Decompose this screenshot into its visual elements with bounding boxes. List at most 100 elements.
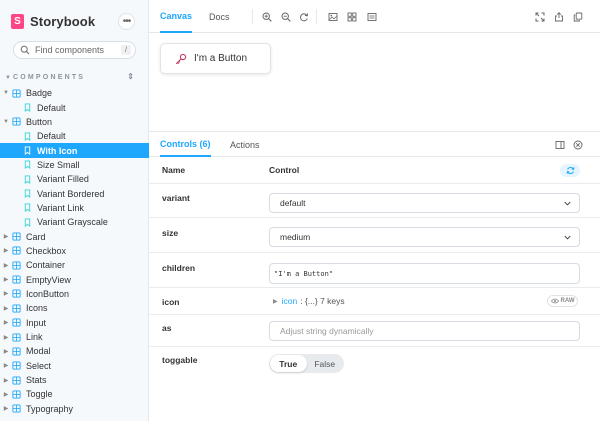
sidebar-component[interactable]: ▶ Checkbox: [0, 244, 149, 258]
control-row-children: children "I'm a Button": [149, 253, 600, 288]
chevron-right-icon: ▶: [3, 377, 9, 384]
sidebar-story[interactable]: With Icon: [0, 143, 149, 158]
sidebar-item-label: Modal: [26, 346, 51, 357]
search-placeholder: Find components: [35, 45, 105, 55]
measure-icon[interactable]: [366, 11, 377, 22]
canvas-preview: I'm a Button: [149, 33, 600, 131]
sidebar-item-label: Variant Link: [37, 202, 84, 213]
header-name: Name: [162, 165, 186, 175]
zoom-out-icon[interactable]: [280, 11, 291, 22]
sidebar-component[interactable]: ▶ Toggle: [0, 387, 149, 401]
sidebar-story[interactable]: Size Small: [0, 158, 149, 172]
sidebar-component[interactable]: ▶ Stats: [0, 373, 149, 387]
component-icon: [12, 275, 21, 284]
size-select[interactable]: medium: [269, 227, 580, 247]
sidebar-story[interactable]: Variant Bordered: [0, 186, 149, 200]
tab-actions[interactable]: Actions: [230, 132, 260, 157]
object-key: icon: [281, 296, 298, 306]
prop-name: as: [162, 323, 172, 333]
key-icon: [175, 53, 187, 64]
preview-button[interactable]: I'm a Button: [160, 43, 271, 74]
variant-value: default: [280, 198, 306, 208]
tab-canvas[interactable]: Canvas: [160, 0, 193, 33]
control-row-as: as Adjust string dynamically: [149, 315, 600, 347]
toggable-switch[interactable]: True False: [269, 354, 344, 373]
sidebar-item-label: Checkbox: [26, 245, 67, 256]
sidebar-component[interactable]: ▶ Input: [0, 316, 149, 330]
bookmark-icon: [23, 189, 32, 199]
search-input[interactable]: Find components /: [13, 41, 136, 59]
bookmark-icon: [23, 160, 32, 170]
background-icon[interactable]: [327, 11, 338, 22]
expand-collapse-icon[interactable]: ⇕: [127, 72, 134, 81]
chevron-down-icon: [564, 201, 571, 206]
sidebar-component[interactable]: ▶ Modal: [0, 344, 149, 358]
zoom-reset-icon[interactable]: [298, 11, 309, 22]
fullscreen-icon[interactable]: [534, 11, 545, 22]
eye-icon: [550, 298, 559, 304]
prop-name: variant: [162, 193, 190, 203]
sidebar-story[interactable]: Variant Grayscale: [0, 215, 149, 229]
raw-toggle-button[interactable]: RAW: [547, 295, 578, 307]
sidebar-item-label: Container: [26, 260, 66, 271]
tab-docs[interactable]: Docs: [209, 0, 230, 33]
component-icon: [12, 89, 21, 98]
toolbar-divider: [316, 9, 317, 24]
share-icon[interactable]: [553, 11, 564, 22]
sidebar-item-label: Variant Grayscale: [37, 217, 108, 228]
sidebar-story[interactable]: Variant Filled: [0, 172, 149, 186]
section-title: COMPONENTS: [13, 74, 86, 81]
sidebar-component[interactable]: ▶ Select: [0, 359, 149, 373]
component-icon: [12, 232, 21, 241]
sidebar-item-label: Default: [37, 131, 66, 142]
control-row-size: size medium: [149, 218, 600, 253]
toggle-false[interactable]: False: [307, 355, 344, 372]
icon-object-editor[interactable]: ▶ icon : {...} 7 keys: [273, 296, 345, 306]
chevron-right-icon: ▶: [3, 291, 9, 298]
panel-orientation-icon[interactable]: [554, 139, 565, 150]
chevron-down-icon: [564, 235, 571, 240]
chevron-down-icon: ▼: [3, 90, 9, 97]
grid-icon[interactable]: [346, 11, 357, 22]
chevron-right-icon: ▶: [3, 305, 9, 312]
sidebar-story[interactable]: Variant Link: [0, 201, 149, 215]
sidebar-component[interactable]: ▼ Button: [0, 115, 149, 129]
sidebar-component[interactable]: ▶ Link: [0, 330, 149, 344]
sidebar-component[interactable]: ▶ EmptyView: [0, 272, 149, 286]
chevron-right-icon: ▶: [273, 298, 278, 305]
sidebar-item-label: With Icon: [37, 145, 78, 156]
sidebar-component[interactable]: ▶ Typography: [0, 402, 149, 416]
toggle-true[interactable]: True: [270, 355, 307, 372]
sidebar-item-label: Input: [26, 317, 47, 328]
sidebar-component[interactable]: ▼ Badge: [0, 86, 149, 100]
controls-table-header: Name Control: [149, 157, 600, 184]
component-icon: [12, 289, 21, 299]
prop-name: size: [162, 228, 179, 238]
component-icon: [12, 117, 21, 126]
reset-controls-button[interactable]: [560, 164, 580, 177]
sidebar-component[interactable]: ▶ Container: [0, 258, 149, 272]
zoom-in-icon[interactable]: [261, 11, 272, 22]
chevron-right-icon: ▶: [3, 363, 9, 370]
tab-controls[interactable]: Controls (6): [160, 132, 211, 157]
chevron-down-icon: ▼: [5, 74, 11, 81]
sidebar-story[interactable]: Default: [0, 100, 149, 114]
children-textarea[interactable]: "I'm a Button": [269, 263, 580, 284]
as-input[interactable]: Adjust string dynamically: [269, 321, 580, 341]
sidebar-item-label: Default: [37, 102, 66, 113]
chevron-right-icon: ▶: [3, 248, 9, 255]
variant-select[interactable]: default: [269, 193, 580, 213]
copy-link-icon[interactable]: [572, 11, 583, 22]
sidebar-component[interactable]: ▶ Card: [0, 229, 149, 243]
prop-name: children: [162, 263, 196, 273]
chevron-right-icon: ▶: [3, 262, 9, 269]
sidebar-component[interactable]: ▶ IconButton: [0, 287, 149, 301]
components-section-header[interactable]: ▼ COMPONENTS ⇕: [5, 72, 141, 83]
component-icon: [12, 390, 21, 399]
toolbar-divider: [252, 9, 253, 24]
sidebar-menu-button[interactable]: •••: [118, 13, 135, 30]
brand[interactable]: S Storybook: [11, 13, 95, 30]
close-icon[interactable]: [572, 139, 583, 150]
sidebar-story[interactable]: Default: [0, 129, 149, 143]
sidebar-component[interactable]: ▶ Icons: [0, 301, 149, 315]
